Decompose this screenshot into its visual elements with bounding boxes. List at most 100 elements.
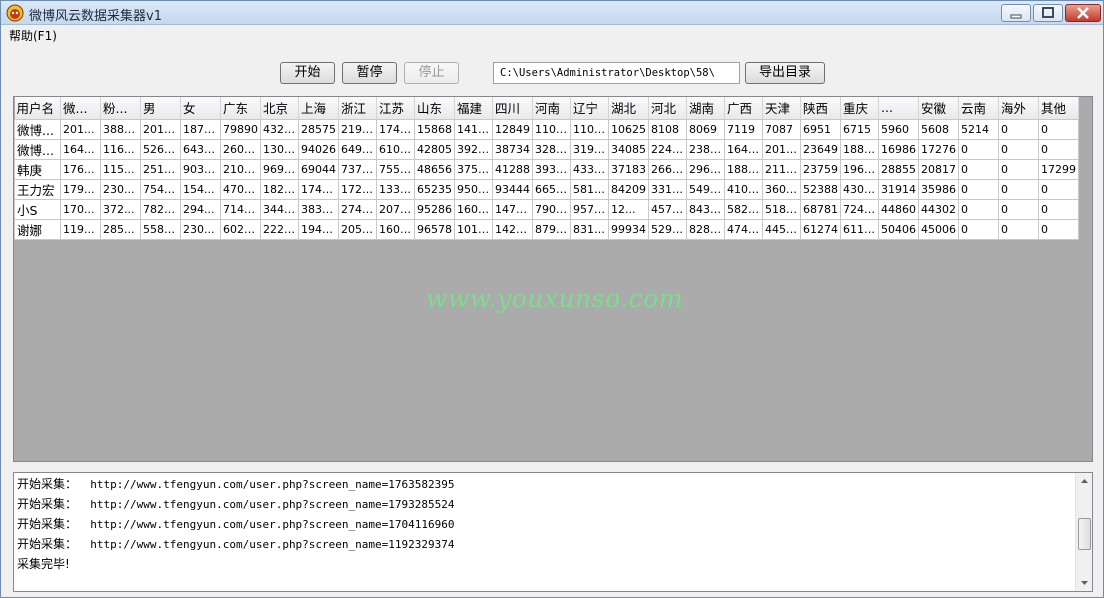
table-cell: 37599 xyxy=(454,158,493,180)
table-cell: 19614 xyxy=(840,158,879,180)
menu-item-help[interactable]: 帮助(F1) xyxy=(9,27,57,44)
column-header[interactable]: 安徽 xyxy=(918,97,959,120)
username-cell: 微博... xyxy=(14,138,61,160)
log-line: 开始采集： http://www.tfengyun.com/user.php?s… xyxy=(17,495,455,512)
table-cell: 23818 xyxy=(686,138,725,160)
table-cell: 23649 xyxy=(800,138,841,160)
column-header[interactable]: 重庆 xyxy=(840,97,879,120)
column-header[interactable]: 辽宁 xyxy=(570,97,609,120)
close-button[interactable] xyxy=(1065,4,1101,22)
table-row[interactable]: 王力宏179...230...754955154...4701781827051… xyxy=(14,178,1079,200)
scroll-thumb[interactable] xyxy=(1078,518,1091,550)
app-window: 微博风云数据采集器v1 帮助(F1) 开始 暂停 停止 C:\Users\Adm… xyxy=(0,0,1104,598)
table-cell: 170... xyxy=(60,198,101,220)
column-header[interactable]: 上海 xyxy=(298,97,339,120)
table-cell: 26657 xyxy=(648,158,687,180)
table-cell: 58135 xyxy=(570,178,609,200)
table-row[interactable]: 韩庚176...115...25109190385221027096962690… xyxy=(14,158,1079,180)
column-header[interactable]: 湖南 xyxy=(686,97,725,120)
table-cell: 0 xyxy=(958,178,999,200)
table-cell: 172446 xyxy=(338,178,377,200)
table-cell: 14147 xyxy=(454,118,493,140)
table-cell: 251091 xyxy=(140,158,181,180)
column-header[interactable]: 男 xyxy=(140,97,181,120)
output-path-field[interactable]: C:\Users\Administrator\Desktop\58\ xyxy=(493,62,740,84)
table-cell: 15868 xyxy=(414,118,455,140)
log-prefix: 开始采集： xyxy=(17,497,78,511)
column-header[interactable]: 山东 xyxy=(414,97,455,120)
column-header[interactable]: 河南 xyxy=(532,97,571,120)
column-header[interactable]: 广西 xyxy=(724,97,763,120)
column-header[interactable]: 女 xyxy=(180,97,221,120)
column-header[interactable]: 微... xyxy=(60,97,101,120)
column-header[interactable]: 广东 xyxy=(220,97,261,120)
table-row[interactable]: 微博...164...116...52686964356726099513038… xyxy=(14,138,1079,160)
table-cell: 372... xyxy=(100,198,141,220)
column-header[interactable]: 河北 xyxy=(648,97,687,120)
username-cell: 韩庚 xyxy=(14,158,61,180)
table-cell: 79002 xyxy=(532,198,571,220)
scroll-down-arrow-icon[interactable] xyxy=(1076,574,1093,591)
table-cell: 8069 xyxy=(686,118,725,140)
table-cell: 0 xyxy=(1038,138,1079,160)
export-directory-button[interactable]: 导出目录 xyxy=(745,62,825,84)
app-logo-icon xyxy=(6,4,24,22)
column-header[interactable]: 江苏 xyxy=(376,97,415,120)
column-header[interactable]: 浙江 xyxy=(338,97,377,120)
column-header[interactable]: 陕西 xyxy=(800,97,841,120)
scroll-up-arrow-icon[interactable] xyxy=(1076,473,1093,490)
log-panel[interactable]: 开始采集： http://www.tfengyun.com/user.php?s… xyxy=(13,472,1093,592)
log-prefix: 开始采集： xyxy=(17,517,78,531)
username-cell: 小S xyxy=(14,198,61,220)
table-cell: 94026 xyxy=(298,138,339,160)
column-header[interactable]: 湖北 xyxy=(608,97,649,120)
table-cell: 0 xyxy=(1038,198,1079,220)
table-cell: 0 xyxy=(1038,118,1079,140)
column-header[interactable]: 北京 xyxy=(260,97,299,120)
table-cell: 8108 xyxy=(648,118,687,140)
maximize-button[interactable] xyxy=(1033,4,1063,22)
log-scrollbar[interactable] xyxy=(1075,473,1092,591)
table-row[interactable]: 小S170...372...782524294...71470734402638… xyxy=(14,198,1079,220)
table-cell: 160966 xyxy=(454,198,493,220)
log-url: http://www.tfengyun.com/user.php?screen_… xyxy=(77,498,455,511)
title-bar[interactable]: 微博风云数据采集器v1 xyxy=(1,1,1103,25)
start-button[interactable]: 开始 xyxy=(280,62,335,84)
log-prefix: 开始采集： xyxy=(17,537,78,551)
table-cell: 119... xyxy=(60,218,101,240)
table-cell: 116... xyxy=(100,138,141,160)
watermark: www.youxunso.com xyxy=(426,284,683,313)
table-cell: 44302 xyxy=(918,198,959,220)
stop-button[interactable]: 停止 xyxy=(404,62,459,84)
table-row[interactable]: 微博...201...38893020193318721479890432912… xyxy=(14,118,1079,140)
table-cell: 35986 xyxy=(918,178,959,200)
table-cell: 43291 xyxy=(260,118,299,140)
table-cell: 75550 xyxy=(376,158,415,180)
column-header[interactable]: 福建 xyxy=(454,97,493,120)
column-header[interactable]: 云南 xyxy=(958,97,999,120)
log-line: 开始采集： http://www.tfengyun.com/user.php?s… xyxy=(17,475,455,492)
column-header[interactable]: ... xyxy=(878,97,919,120)
table-cell: 643567 xyxy=(180,138,221,160)
column-header[interactable]: 天津 xyxy=(762,97,801,120)
minimize-button[interactable] xyxy=(1001,4,1031,22)
table-cell: 61274 xyxy=(800,218,841,240)
column-header[interactable]: 四川 xyxy=(492,97,533,120)
table-cell: 903852 xyxy=(180,158,221,180)
column-header[interactable]: 用户名 xyxy=(14,97,61,120)
table-cell: 42805 xyxy=(414,138,455,160)
column-header[interactable]: 其他 xyxy=(1038,97,1079,120)
table-cell: 48656 xyxy=(414,158,455,180)
table-cell: 164... xyxy=(60,138,101,160)
column-header[interactable]: 粉... xyxy=(100,97,141,120)
pause-button[interactable]: 暂停 xyxy=(342,62,397,84)
data-grid[interactable]: 用户名 微... 粉... 男女广东 北京 上海 浙江 江苏 山东 福建 四川 河南 辽宁 湖北 河北 湖南广… xyxy=(13,96,1093,462)
table-row[interactable]: 谢娜119...285...558652230...60285322265119… xyxy=(14,218,1079,240)
table-cell: 0 xyxy=(1038,178,1079,200)
table-cell: 43381 xyxy=(570,158,609,180)
table-cell: 87921 xyxy=(532,218,571,240)
table-cell: 31914 xyxy=(878,178,919,200)
table-cell: 10625 xyxy=(608,118,649,140)
table-cell: 714707 xyxy=(220,198,261,220)
column-header[interactable]: 海外 xyxy=(998,97,1039,120)
